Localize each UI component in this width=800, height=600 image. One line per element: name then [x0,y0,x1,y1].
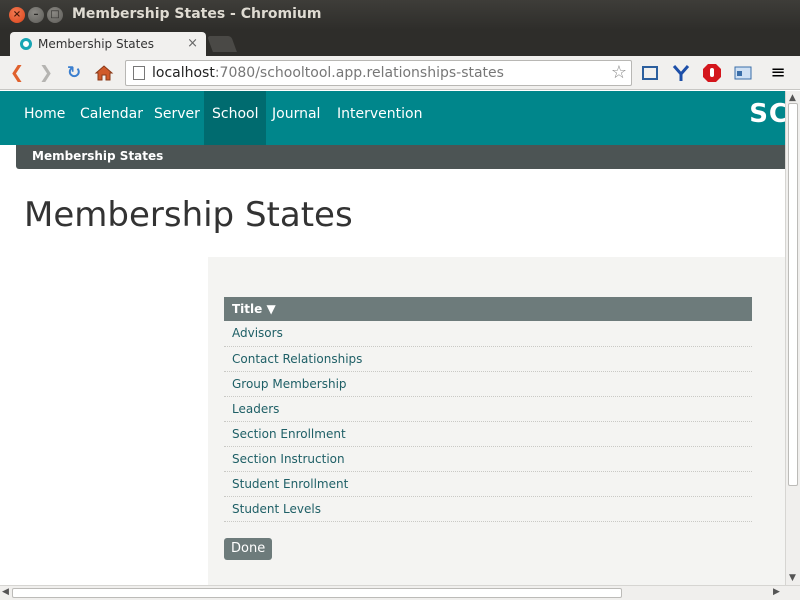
table-row: Section Enrollment [224,421,752,446]
window-minimize-button[interactable]: – [28,7,44,23]
page-icon [133,66,145,80]
row-link-section-instruction[interactable]: Section Instruction [224,446,752,471]
nav-item-server[interactable]: Server [146,91,208,145]
table-row: Contact Relationships [224,346,752,371]
address-bar[interactable]: localhost:7080/schooltool.app.relationsh… [125,60,632,86]
vertical-scroll-thumb[interactable] [788,103,798,486]
scroll-right-icon[interactable]: ▶ [773,587,780,597]
menu-icon[interactable]: ≡ [768,63,788,83]
tab-strip: Membership States × [0,30,800,56]
membership-states-table: Title ▼ Advisors Contact Relationships G… [224,297,752,522]
extension-window-icon[interactable] [733,63,753,83]
bookmark-star-icon[interactable]: ☆ [611,62,627,83]
horizontal-scrollbar[interactable]: ◀ ▶ [0,585,800,600]
site-logo[interactable]: SC [749,99,785,129]
extension-y-icon[interactable] [671,63,691,83]
url-text: localhost:7080/schooltool.app.relationsh… [152,65,504,81]
scroll-left-icon[interactable]: ◀ [2,587,9,597]
page-viewport: Home Calendar Server School Journal Inte… [0,91,785,585]
forward-icon[interactable]: ❯ [36,63,56,83]
row-link-student-enrollment[interactable]: Student Enrollment [224,471,752,496]
column-header-title[interactable]: Title ▼ [224,297,752,321]
window-title: Membership States - Chromium [72,6,322,22]
window-maximize-button[interactable]: □ [47,7,63,23]
nav-item-intervention[interactable]: Intervention [329,91,430,145]
table-row: Leaders [224,396,752,421]
row-link-advisors[interactable]: Advisors [224,321,752,346]
row-link-student-levels[interactable]: Student Levels [224,496,752,521]
table-row: Student Enrollment [224,471,752,496]
breadcrumb: Membership States [16,145,785,169]
content-panel: Title ▼ Advisors Contact Relationships G… [208,257,785,585]
table-row: Advisors [224,321,752,346]
vertical-scrollbar[interactable]: ▲ ▼ [785,91,800,585]
window-close-button[interactable]: × [9,7,25,23]
new-tab-button[interactable] [207,36,237,52]
favicon-icon [20,38,32,50]
window-titlebar: × – □ Membership States - Chromium [0,0,800,30]
breadcrumb-item[interactable]: Membership States [32,149,163,163]
tab-title: Membership States [38,37,154,51]
home-icon[interactable] [94,63,114,83]
table-row: Group Membership [224,371,752,396]
table-row: Student Levels [224,496,752,521]
row-link-section-enrollment[interactable]: Section Enrollment [224,421,752,446]
browser-tab[interactable]: Membership States × [10,32,206,56]
fullscreen-icon[interactable] [640,63,660,83]
row-link-group-membership[interactable]: Group Membership [224,371,752,396]
row-link-leaders[interactable]: Leaders [224,396,752,421]
browser-toolbar: ❮ ❯ ↻ localhost:7080/schooltool.app.rela… [0,56,800,90]
site-navigation: Home Calendar Server School Journal Inte… [0,91,785,145]
horizontal-scroll-thumb[interactable] [12,588,622,598]
adblock-icon[interactable] [702,63,722,83]
page-title: Membership States [24,195,353,235]
scroll-up-icon[interactable]: ▲ [789,93,796,103]
scroll-down-icon[interactable]: ▼ [789,573,796,583]
nav-item-calendar[interactable]: Calendar [72,91,151,145]
tab-close-icon[interactable]: × [187,36,198,51]
done-button[interactable]: Done [224,538,273,560]
row-link-contact-relationships[interactable]: Contact Relationships [224,346,752,371]
nav-item-journal[interactable]: Journal [264,91,328,145]
reload-icon[interactable]: ↻ [64,63,84,83]
nav-item-school[interactable]: School [204,91,267,145]
nav-item-home[interactable]: Home [16,91,73,145]
table-row: Section Instruction [224,446,752,471]
back-icon[interactable]: ❮ [7,63,27,83]
